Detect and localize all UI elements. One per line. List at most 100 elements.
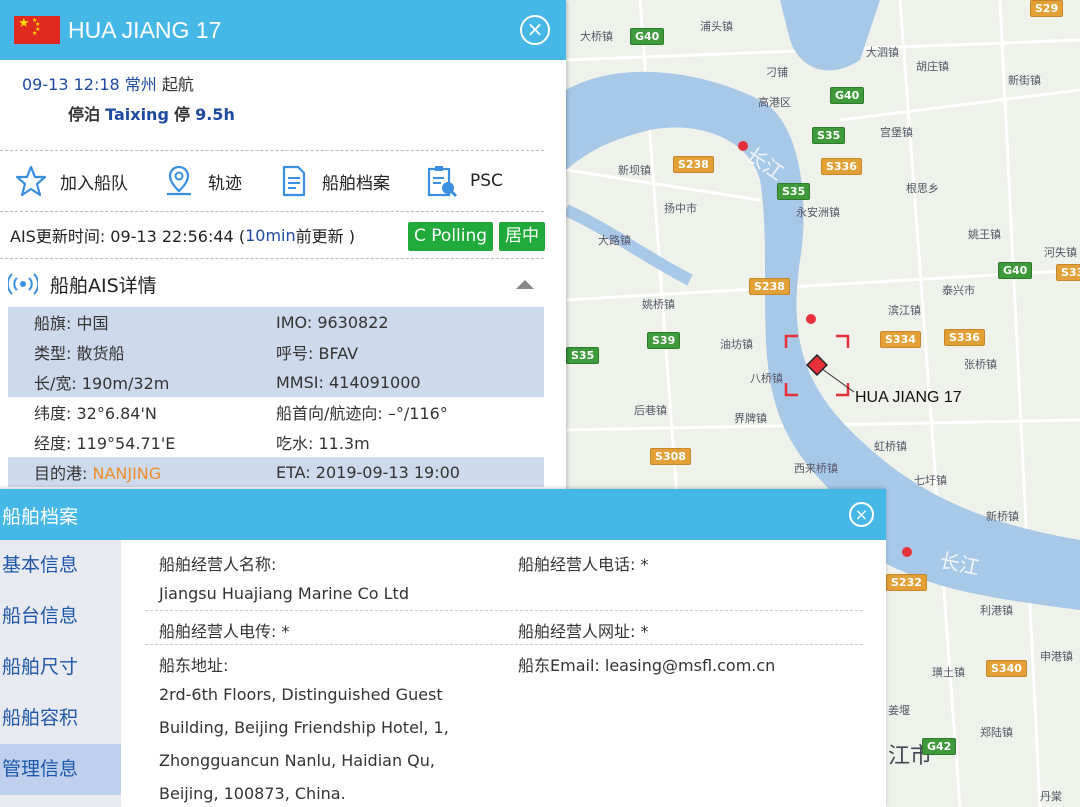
- port-marker[interactable]: [806, 314, 816, 324]
- detail-cell: IMO: 9630822: [276, 307, 544, 337]
- road-badge: S35: [777, 183, 811, 200]
- close-icon[interactable]: ×: [849, 502, 874, 527]
- berth-row: 停泊 Taixing 停 9.5h: [22, 100, 544, 130]
- detail-cell: 经度: 119°54.71'E: [34, 434, 176, 453]
- eta-cell: ETA: 2019-09-13 19:00: [276, 457, 544, 487]
- map-place: 油坊镇: [720, 338, 753, 351]
- table-row: 纬度: 32°6.84'N 船首向/航迹向: –°/116°: [8, 397, 544, 427]
- map-place: 八桥镇: [750, 372, 783, 385]
- archive-content: 船舶经营人名称: 船舶经营人电话: * Jiangsu Huajiang Mar…: [121, 540, 886, 807]
- departure-time: 09-13 12:18: [22, 75, 120, 94]
- road-badge: S232: [886, 574, 927, 591]
- ais-update-ago: 10min: [245, 225, 296, 245]
- nav-basic-info[interactable]: 基本信息: [0, 540, 121, 591]
- road-badge: G40: [998, 262, 1033, 279]
- detail-cell: 类型: 散货船: [8, 337, 276, 367]
- ship-info-panel: ★ ★ ★ ★ ★ HUA JIANG 17 × 09-13 12:18 常州 …: [0, 0, 566, 490]
- map-place: 新桥镇: [986, 510, 1019, 523]
- departure-event: 起航: [161, 75, 194, 94]
- track-label: 轨迹: [208, 173, 242, 194]
- table-row: 长/宽: 190m/32m MMSI: 414091000: [8, 367, 544, 397]
- detail-cell: 长/宽: 190m/32m: [8, 367, 276, 397]
- road-badge: S33: [1056, 264, 1080, 281]
- destination-label: 目的港:: [34, 464, 93, 483]
- departure-row: 09-13 12:18 常州 起航: [22, 70, 544, 100]
- road-badge: S336: [944, 329, 985, 346]
- map-place: 永安洲镇: [796, 206, 840, 219]
- operator-name: Jiangsu Huajiang Marine Co Ltd: [159, 584, 409, 603]
- road-badge: S35: [812, 127, 846, 144]
- operator-fax: 船舶经营人电传: *: [159, 622, 290, 641]
- map-place: 河失镇: [1044, 246, 1077, 259]
- ship-archive-button[interactable]: 船舶档案: [276, 164, 390, 198]
- china-flag-icon: ★ ★ ★ ★ ★: [14, 16, 60, 44]
- map-place: 宫堡镇: [880, 126, 913, 139]
- location-pin-icon: [167, 165, 191, 196]
- map-place: 高港区: [758, 96, 791, 109]
- port-marker[interactable]: [738, 141, 748, 151]
- owner-address-line: Beijing, 100873, China.: [159, 784, 346, 803]
- destination-port[interactable]: NANJING: [92, 464, 161, 483]
- ais-detail-header[interactable]: 船舶AIS详情: [0, 259, 566, 309]
- ais-detail-title: 船舶AIS详情: [50, 274, 157, 297]
- detail-cell: 船旗: 中国: [8, 307, 276, 337]
- road-badge: S39: [647, 332, 681, 349]
- ship-panel-header: ★ ★ ★ ★ ★ HUA JIANG 17 ×: [0, 0, 566, 60]
- port-marker[interactable]: [902, 547, 912, 557]
- detail-cell: 呼号: BFAV: [276, 337, 544, 367]
- map-place: 大桥镇: [580, 30, 613, 43]
- nav-management-info[interactable]: 管理信息: [0, 744, 121, 795]
- close-icon[interactable]: ×: [520, 15, 550, 45]
- operator-phone: 船舶经营人电话: *: [518, 555, 649, 574]
- operator-name-label: 船舶经营人名称:: [159, 555, 277, 574]
- detail-cell: 吃水: 11.3m: [276, 434, 370, 453]
- nav-capacity[interactable]: 船舶容积: [0, 693, 121, 744]
- table-row: 类型: 散货船 呼号: BFAV: [8, 337, 544, 367]
- map-place: 虹桥镇: [874, 440, 907, 453]
- nav-dimensions[interactable]: 船舶尺寸: [0, 642, 121, 693]
- table-row: 目的港: NANJING ETA: 2019-09-13 19:00: [8, 457, 544, 487]
- add-to-fleet-button[interactable]: 加入船队: [14, 164, 128, 198]
- operator-website: 船舶经营人网址: *: [518, 622, 649, 641]
- road-badge: S334: [880, 331, 921, 348]
- action-bar: 加入船队 轨迹 船舶档案 PSC: [0, 151, 566, 211]
- map-place: 大泗镇: [866, 46, 899, 59]
- destination-cell: 目的港: NANJING: [8, 457, 276, 487]
- polling-button[interactable]: C Polling: [408, 222, 494, 251]
- map-place: 姜堰: [888, 704, 910, 717]
- stay-time: 9.5h: [195, 105, 235, 124]
- ais-update-row: AIS更新时间: 09-13 22:56:44 (10min 前更新 ) C P…: [0, 212, 566, 258]
- detail-cell: 纬度: 32°6.84'N: [34, 404, 157, 423]
- road-badge: S336: [821, 158, 862, 175]
- road-badge: S238: [673, 156, 714, 173]
- map-place: 姚桥镇: [642, 298, 675, 311]
- map-place: 扬中市: [664, 202, 697, 215]
- track-button[interactable]: 轨迹: [162, 164, 242, 198]
- map-place: 刁铺: [766, 66, 788, 79]
- berth-place[interactable]: Taixing: [105, 105, 169, 124]
- ship-archive-panel: 船舶档案 × 基本信息 船台信息 船舶尺寸 船舶容积 管理信息 船舶经营人名称:…: [0, 489, 886, 807]
- ship-name: HUA JIANG 17: [68, 16, 222, 43]
- detail-cell: MMSI: 414091000: [276, 367, 544, 397]
- departure-port[interactable]: 常州: [125, 75, 157, 94]
- ship-map-label[interactable]: HUA JIANG 17: [855, 389, 962, 407]
- road-badge: S29: [1030, 0, 1064, 17]
- owner-address-line: Building, Beijing Friendship Hotel, 1,: [159, 718, 449, 737]
- center-button[interactable]: 居中: [499, 222, 545, 251]
- map-place: 浦头镇: [700, 20, 733, 33]
- owner-address-label: 船东地址:: [159, 656, 229, 675]
- table-row: 船旗: 中国 IMO: 9630822: [8, 307, 544, 337]
- map-place: 界牌镇: [734, 412, 767, 425]
- psc-label: PSC: [470, 171, 503, 191]
- star-icon: [15, 165, 47, 197]
- owner-address-line: 2rd-6th Floors, Distinguished Guest: [159, 685, 443, 704]
- road-badge: G40: [630, 28, 665, 45]
- nav-berth-info[interactable]: 船台信息: [0, 591, 121, 642]
- owner-email[interactable]: 船东Email: leasing@msfl.com.cn: [518, 652, 775, 676]
- ais-update-suffix: 前更新 ): [295, 227, 355, 246]
- psc-button[interactable]: PSC: [424, 164, 503, 198]
- collapse-arrow-icon[interactable]: [516, 280, 534, 289]
- road-badge: G40: [830, 87, 865, 104]
- road-badge: S308: [650, 448, 691, 465]
- signal-broadcast-icon: [8, 273, 38, 295]
